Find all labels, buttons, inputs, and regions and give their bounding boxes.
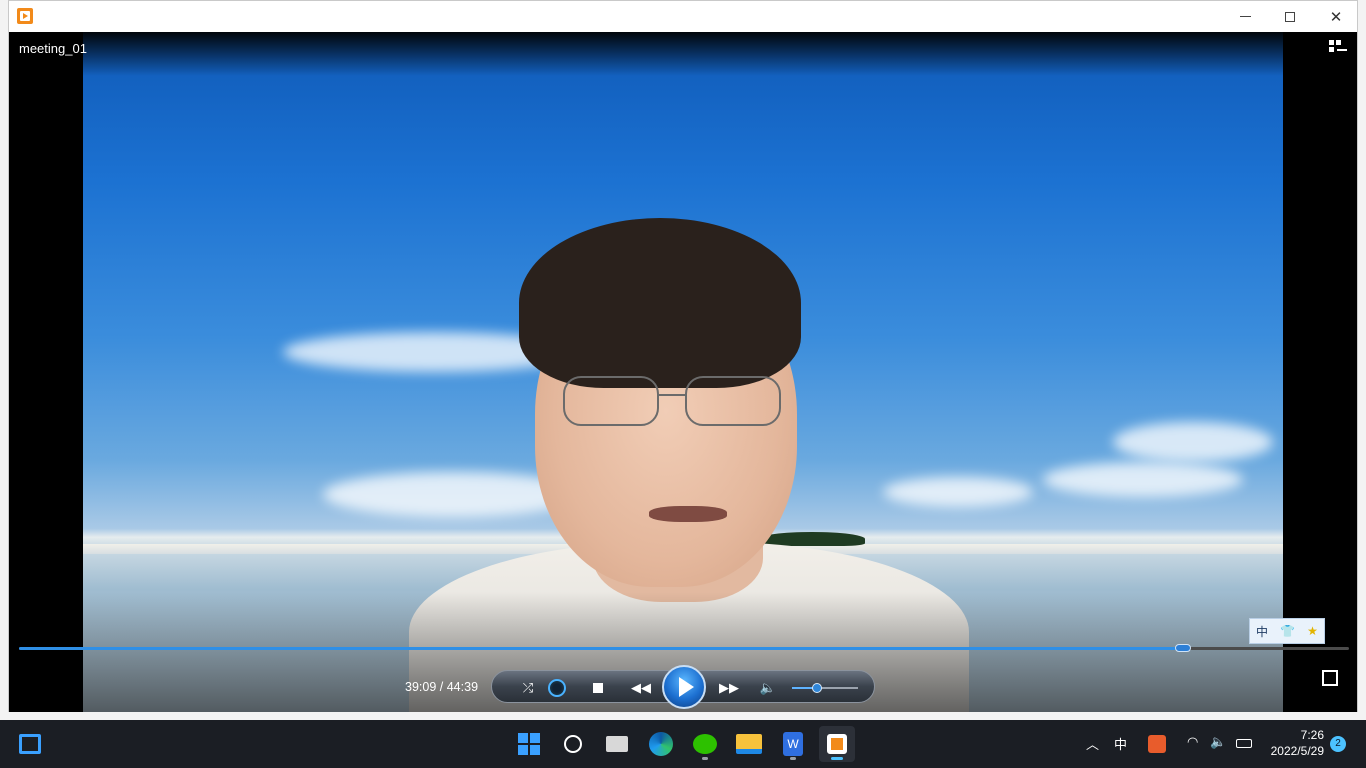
shirt-icon[interactable]: 👕 bbox=[1280, 624, 1295, 638]
arrow-left-icon bbox=[1337, 49, 1347, 51]
task-view-button[interactable] bbox=[599, 726, 635, 762]
fast-forward-button[interactable]: ▶▶ bbox=[712, 671, 746, 704]
folder-icon bbox=[736, 734, 762, 754]
time-total: 44:39 bbox=[446, 680, 479, 694]
seek-bar-thumb[interactable] bbox=[1174, 644, 1191, 652]
taskbar-wps-writer[interactable]: W bbox=[775, 726, 811, 762]
running-indicator bbox=[790, 757, 796, 760]
time-separator: / bbox=[439, 680, 444, 694]
rewind-button[interactable]: ◀◀ bbox=[624, 671, 658, 704]
grid-icon bbox=[1336, 40, 1341, 45]
edge-icon bbox=[649, 732, 673, 756]
taskbar-wechat[interactable] bbox=[687, 726, 723, 762]
task-view-icon bbox=[606, 736, 628, 752]
speaker-icon: 🔈 bbox=[759, 679, 777, 695]
video-area[interactable]: meeting_01 中 👕 ★ 39:09 / 44:39 ⤮ ◀◀ ▶▶ 🔈 bbox=[9, 32, 1357, 712]
video-title: meeting_01 bbox=[19, 41, 87, 56]
taskbar: W ︿ 中 ◠ 🔈 7:26 2022/5/29 2 bbox=[0, 720, 1366, 768]
close-icon: ✕ bbox=[1329, 8, 1343, 26]
person-mouth bbox=[649, 506, 727, 522]
clock-time: 7:26 bbox=[1300, 728, 1324, 742]
seek-bar[interactable] bbox=[19, 644, 1349, 652]
rewind-icon: ◀◀ bbox=[631, 679, 651, 695]
top-overlay bbox=[9, 32, 1357, 76]
active-indicator bbox=[831, 757, 843, 760]
play-button[interactable] bbox=[662, 665, 706, 709]
chevron-up-icon: ︿ bbox=[1086, 737, 1100, 752]
mute-button[interactable]: 🔈 bbox=[758, 671, 778, 704]
playlist-button[interactable] bbox=[1329, 40, 1349, 56]
notification-badge[interactable]: 2 bbox=[1330, 736, 1346, 752]
grid-icon bbox=[1329, 40, 1334, 45]
cloud bbox=[883, 477, 1033, 507]
close-button[interactable]: ✕ bbox=[1313, 1, 1359, 32]
person-hair bbox=[519, 218, 801, 388]
running-indicator bbox=[702, 757, 708, 760]
windows-icon bbox=[518, 733, 540, 755]
wifi-icon[interactable]: ◠ bbox=[1187, 734, 1198, 750]
glasses-lens bbox=[563, 376, 659, 426]
cloud bbox=[1043, 462, 1243, 497]
replay-button[interactable] bbox=[546, 671, 568, 704]
tray-overflow-button[interactable]: ︿ bbox=[1086, 734, 1099, 753]
widgets-button[interactable] bbox=[12, 726, 48, 762]
glasses-lens bbox=[685, 376, 781, 426]
play-icon bbox=[678, 677, 694, 697]
fast-forward-icon: ▶▶ bbox=[719, 679, 739, 695]
search-icon bbox=[564, 735, 582, 753]
minimize-icon bbox=[1239, 16, 1251, 17]
grid-icon bbox=[1329, 47, 1334, 52]
volume-slider-thumb[interactable] bbox=[812, 683, 823, 693]
playback-controls: ⤮ ◀◀ ▶▶ 🔈 bbox=[491, 665, 875, 709]
minimize-button[interactable] bbox=[1222, 1, 1268, 32]
wechat-icon bbox=[693, 734, 717, 754]
refresh-icon bbox=[548, 678, 566, 697]
cloud bbox=[1113, 422, 1273, 462]
star-icon[interactable]: ★ bbox=[1307, 624, 1318, 638]
loop-icon: ⤮ bbox=[522, 679, 534, 695]
taskbar-file-explorer[interactable] bbox=[731, 726, 767, 762]
volume-slider[interactable] bbox=[792, 683, 858, 693]
search-button[interactable] bbox=[555, 726, 591, 762]
time-readout: 39:09 / 44:39 bbox=[405, 680, 478, 694]
maximize-button[interactable] bbox=[1267, 1, 1313, 32]
title-bar[interactable]: ✕ bbox=[9, 1, 1357, 32]
player-window: ✕ meeting_01 中 👕 ★ 39:09 / 44:39 ⤮ ◀◀ ▶▶… bbox=[8, 0, 1358, 712]
sogou-ime-icon[interactable] bbox=[1148, 735, 1166, 753]
ime-toolbar[interactable]: 中 👕 ★ bbox=[1249, 618, 1325, 644]
clock[interactable]: 7:26 2022/5/29 bbox=[1262, 727, 1324, 759]
fullscreen-button[interactable] bbox=[1322, 670, 1338, 686]
widgets-icon bbox=[19, 734, 41, 754]
ime-lang-toggle[interactable]: 中 bbox=[1256, 623, 1268, 640]
stop-icon bbox=[593, 682, 603, 693]
loop-button[interactable]: ⤮ bbox=[518, 671, 538, 704]
wps-writer-icon: W bbox=[783, 732, 803, 756]
taskbar-media-player[interactable] bbox=[819, 726, 855, 762]
glasses-bridge bbox=[659, 394, 685, 396]
maximize-icon bbox=[1285, 11, 1295, 22]
clock-date: 2022/5/29 bbox=[1270, 744, 1324, 758]
battery-icon[interactable] bbox=[1236, 739, 1252, 748]
time-current: 39:09 bbox=[405, 680, 437, 694]
seek-bar-fill bbox=[19, 647, 1183, 650]
app-icon bbox=[17, 8, 33, 24]
tray-input-language[interactable]: 中 bbox=[1114, 734, 1127, 753]
stop-button[interactable] bbox=[588, 671, 608, 704]
person-glasses bbox=[563, 376, 785, 428]
taskbar-edge[interactable] bbox=[643, 726, 679, 762]
media-player-icon bbox=[827, 734, 847, 754]
speaker-icon[interactable]: 🔈 bbox=[1210, 734, 1226, 750]
start-button[interactable] bbox=[511, 726, 547, 762]
